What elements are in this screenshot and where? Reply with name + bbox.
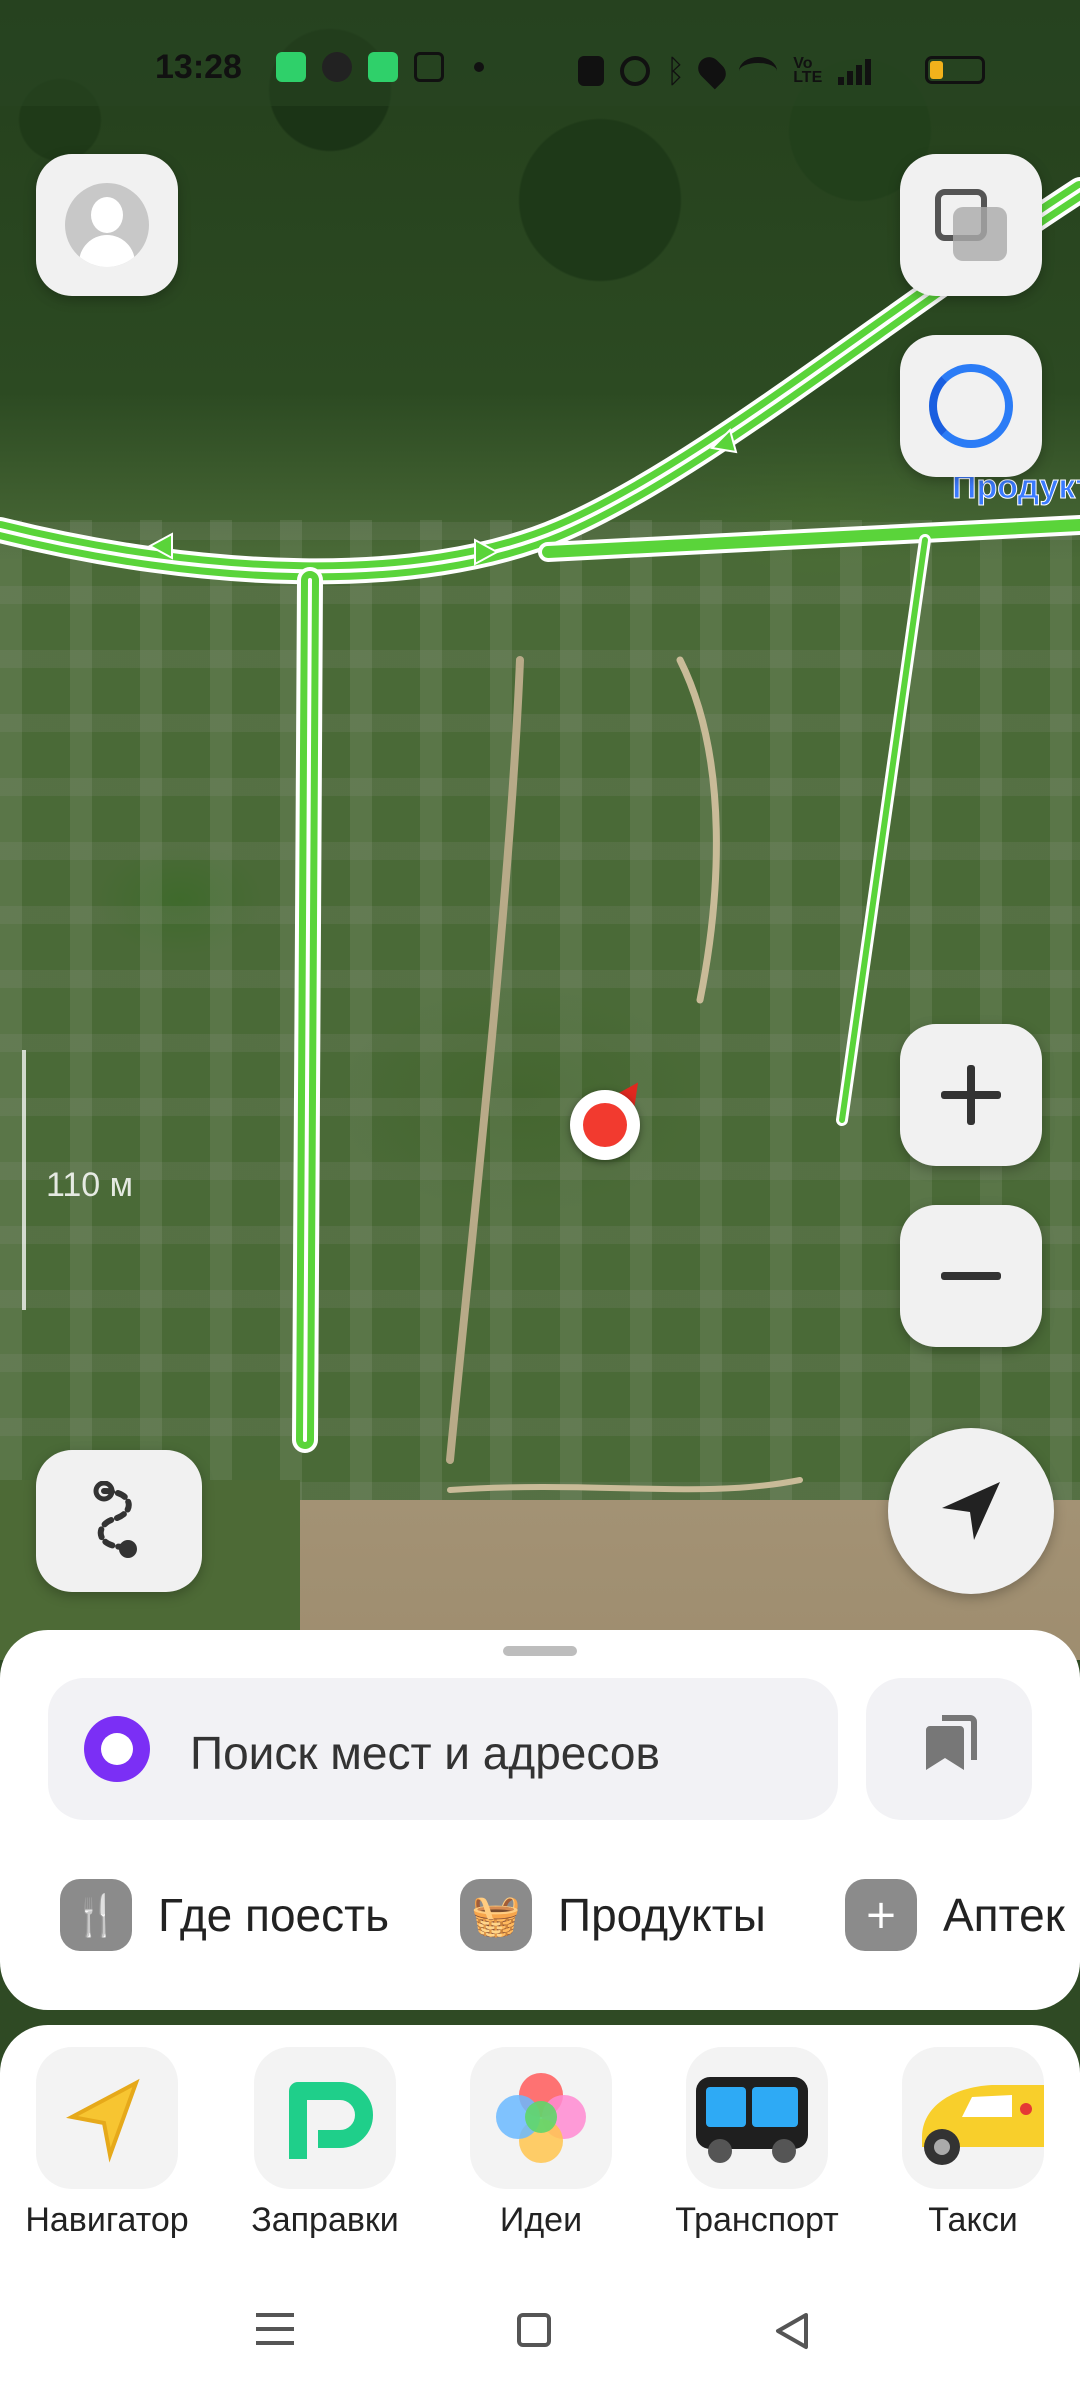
taxi-icon	[902, 2047, 1044, 2189]
category-label: Аптек	[943, 1889, 1065, 1941]
plus-icon: +	[845, 1879, 917, 1951]
app-transport[interactable]: Транспорт	[652, 2047, 862, 2240]
minus-icon	[941, 1272, 1001, 1280]
app-label: Навигатор	[25, 2201, 189, 2239]
app-gas-stations[interactable]: Заправки	[220, 2047, 430, 2240]
status-time: 13:28	[155, 48, 242, 86]
alice-voice-icon[interactable]	[84, 1716, 150, 1782]
nfc-icon	[578, 56, 604, 86]
app-label: Транспорт	[675, 2201, 839, 2239]
bus-icon	[686, 2047, 828, 2189]
zoom-in-button[interactable]	[900, 1024, 1042, 1166]
bluetooth-icon: ᛒ	[666, 52, 686, 90]
gas-station-icon	[254, 2047, 396, 2189]
category-food[interactable]: 🍴 Где поесть	[60, 1875, 389, 1955]
services-row: Навигатор Заправки Идеи Транспорт Такси	[0, 2025, 1080, 2265]
notification-icons	[276, 52, 484, 82]
bottom-sheet: Поиск мест и адресов 🍴 Где поесть 🧺 Прод…	[0, 1630, 1080, 2010]
search-placeholder: Поиск мест и адресов	[190, 1727, 660, 1779]
sheet-handle[interactable]	[503, 1646, 577, 1656]
scale-label: 110 м	[46, 1166, 134, 1204]
alien-icon	[322, 52, 352, 82]
user-location-marker[interactable]	[570, 1090, 640, 1160]
plus-icon	[941, 1065, 1001, 1125]
bookmarks-button[interactable]	[866, 1678, 1032, 1820]
back-icon[interactable]	[772, 2311, 812, 2356]
scale-bar	[22, 1050, 26, 1310]
volte-icon: Vo LTE	[793, 55, 823, 86]
navigator-icon	[36, 2047, 178, 2189]
battery-icon	[925, 56, 985, 84]
app-label: Такси	[928, 2201, 1018, 2239]
category-groceries[interactable]: 🧺 Продукты	[460, 1875, 766, 1955]
location-icon	[693, 52, 731, 90]
instagram-icon	[414, 52, 444, 82]
dot-icon	[474, 62, 484, 72]
fork-knife-icon: 🍴	[60, 1879, 132, 1951]
menu-icon[interactable]	[256, 2313, 294, 2345]
system-icons: ᛒ Vo LTE	[578, 52, 872, 90]
app-label: Заправки	[251, 2201, 399, 2239]
category-label: Продукты	[558, 1889, 766, 1941]
category-pharmacy[interactable]: + Аптек	[845, 1875, 1065, 1955]
navigation-arrow-icon	[942, 1482, 1000, 1540]
zoom-out-button[interactable]	[900, 1205, 1042, 1347]
home-icon[interactable]	[517, 2313, 551, 2347]
alarm-icon	[620, 56, 650, 86]
alice-assistant-button[interactable]	[900, 335, 1042, 477]
status-bar: 13:28 ᛒ Vo LTE	[0, 0, 1080, 106]
bookmarks-icon	[926, 1715, 977, 1770]
app-navigator[interactable]: Навигатор	[2, 2047, 212, 2240]
category-label: Где поесть	[158, 1889, 390, 1941]
signal-icon	[838, 57, 872, 85]
profile-button[interactable]	[36, 154, 178, 296]
system-nav-bar	[0, 2265, 1080, 2400]
battery-level	[930, 61, 943, 79]
map-layers-button[interactable]	[900, 154, 1042, 296]
my-location-button[interactable]	[888, 1428, 1054, 1594]
route-icon	[93, 1481, 137, 1558]
alice-icon	[929, 364, 1013, 448]
search-bar[interactable]: Поиск мест и адресов	[48, 1678, 838, 1820]
ideas-icon	[470, 2047, 612, 2189]
basket-icon: 🧺	[460, 1879, 532, 1951]
app-taxi[interactable]: Такси	[868, 2047, 1078, 2240]
layers-icon	[935, 189, 1007, 261]
messages-icon	[276, 52, 306, 82]
battery-app-icon	[368, 52, 398, 82]
route-button[interactable]	[36, 1450, 202, 1592]
app-ideas[interactable]: Идеи	[436, 2047, 646, 2240]
wifi-icon	[739, 57, 778, 85]
app-label: Идеи	[499, 2201, 583, 2239]
avatar	[65, 183, 149, 267]
